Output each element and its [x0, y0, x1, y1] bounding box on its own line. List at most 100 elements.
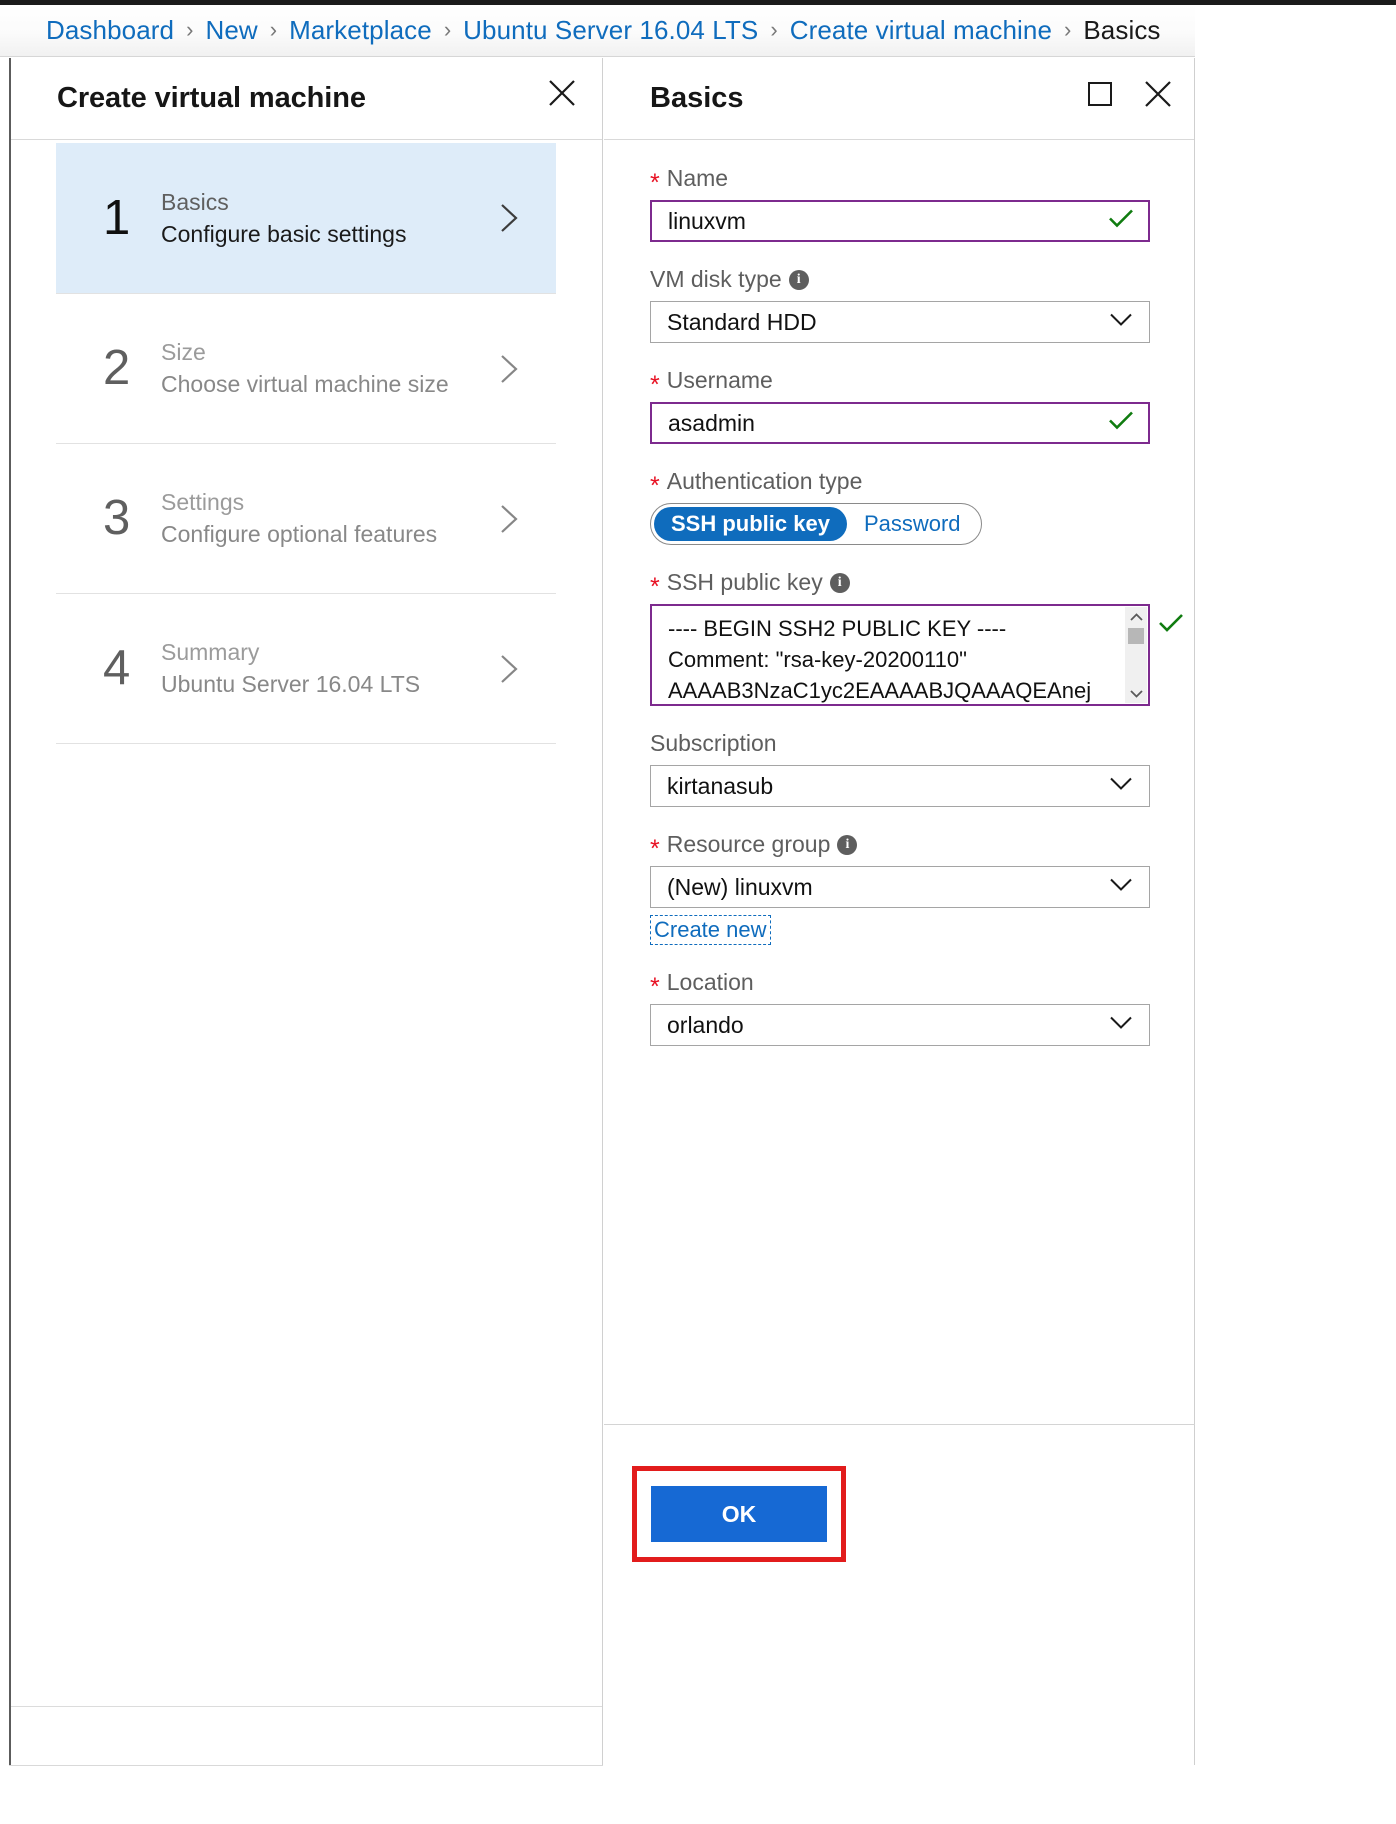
location-value: orlando: [667, 1011, 744, 1038]
required-asterisk-icon: *: [650, 471, 660, 500]
maximize-icon[interactable]: [1082, 76, 1118, 112]
name-input-value: linuxvm: [668, 207, 746, 234]
auth-option-ssh-public-key[interactable]: SSH public key: [654, 507, 847, 541]
wizard-step-settings[interactable]: 3 Settings Configure optional features: [56, 443, 556, 593]
breadcrumb-item-dashboard[interactable]: Dashboard: [46, 15, 174, 46]
wizard-step-title: Size: [161, 339, 206, 365]
wizard-step-title: Basics: [161, 188, 229, 215]
breadcrumb-separator-icon: ›: [770, 16, 778, 42]
info-icon[interactable]: i: [837, 835, 858, 855]
wizard-step-title: Summary: [161, 639, 260, 665]
breadcrumb: Dashboard › New › Marketplace › Ubuntu S…: [0, 5, 1195, 57]
basics-title: Basics: [650, 82, 744, 114]
scroll-down-icon[interactable]: [1125, 683, 1147, 703]
valid-check-icon: [1108, 410, 1134, 437]
wizard-step-summary[interactable]: 4 Summary Ubuntu Server 16.04 LTS: [56, 593, 556, 743]
breadcrumb-separator-icon: ›: [443, 16, 452, 42]
field-label: Name: [666, 164, 729, 191]
create-vm-blade-header: Create virtual machine: [11, 58, 602, 140]
subscription-select[interactable]: kirtanasub: [650, 765, 1150, 807]
breadcrumb-separator-icon: ›: [186, 16, 194, 42]
required-asterisk-icon: *: [650, 972, 660, 1001]
close-icon[interactable]: [1140, 76, 1176, 112]
chevron-right-icon: [498, 201, 520, 235]
username-input-value: asadmin: [668, 409, 755, 436]
breadcrumb-separator-icon: ›: [1064, 16, 1072, 42]
field-label: Authentication type: [666, 467, 863, 494]
location-select[interactable]: orlando: [650, 1004, 1150, 1046]
required-asterisk-icon: *: [650, 572, 660, 601]
wizard-step-number: 2: [103, 341, 131, 395]
required-asterisk-icon: *: [650, 168, 660, 197]
basics-form: * Name linuxvm VM disk type i Standard H…: [650, 163, 1183, 1068]
azure-portal-screen: Dashboard › New › Marketplace › Ubuntu S…: [0, 0, 1396, 1824]
breadcrumb-item-ubuntu-server[interactable]: Ubuntu Server 16.04 LTS: [463, 15, 758, 46]
field-label: Subscription: [650, 729, 777, 756]
breadcrumb-item-basics: Basics: [1083, 15, 1161, 45]
field-label: VM disk type: [650, 265, 782, 292]
breadcrumb-item-new[interactable]: New: [205, 15, 257, 46]
resource-group-value: (New) linuxvm: [667, 873, 813, 900]
vm-disk-type-value: Standard HDD: [667, 308, 817, 335]
required-asterisk-icon: *: [650, 834, 660, 863]
ssh-textarea-scrollbar[interactable]: [1125, 607, 1147, 703]
name-input[interactable]: linuxvm: [650, 200, 1150, 242]
required-asterisk-icon: *: [650, 370, 660, 399]
field-label: SSH public key: [666, 568, 823, 595]
breadcrumb-separator-icon: ›: [269, 16, 278, 42]
ok-button[interactable]: OK: [651, 1486, 827, 1542]
basics-blade-header: Basics: [604, 58, 1194, 140]
chevron-right-icon: [498, 652, 520, 686]
wizard-step-number: 1: [103, 190, 131, 245]
vm-disk-type-select[interactable]: Standard HDD: [650, 301, 1150, 343]
wizard-step-subtitle: Configure basic settings: [161, 220, 407, 247]
breadcrumb-item-marketplace[interactable]: Marketplace: [289, 15, 432, 46]
wizard-step-subtitle: Ubuntu Server 16.04 LTS: [161, 671, 421, 697]
create-new-resource-group-link[interactable]: Create new: [650, 915, 771, 945]
chevron-down-icon: [1109, 1016, 1133, 1035]
chevron-down-icon: [1109, 878, 1133, 897]
field-username: * Username asadmin: [650, 365, 1150, 444]
close-icon[interactable]: [543, 74, 581, 112]
wizard-step-basics[interactable]: 1 Basics Configure basic settings: [56, 143, 556, 293]
left-blade-footer-divider: [11, 1706, 602, 1707]
ssh-key-line: AAAAB3NzaC1yc2EAAAABJQAAAQEAnej: [668, 678, 1092, 703]
wizard-step-title: Settings: [161, 489, 245, 515]
basics-footer-divider: [604, 1424, 1195, 1425]
field-vm-disk-type: VM disk type i Standard HDD: [650, 264, 1150, 343]
left-blade-bottom-area: [9, 1765, 603, 1824]
valid-check-icon: [1158, 612, 1184, 639]
username-input[interactable]: asadmin: [650, 402, 1150, 444]
chevron-right-icon: [498, 352, 520, 386]
field-name: * Name linuxvm: [650, 163, 1150, 242]
steps-bottom-divider: [56, 743, 556, 744]
field-label: Location: [666, 968, 754, 995]
scroll-up-icon[interactable]: [1125, 607, 1147, 627]
field-resource-group: * Resource group i (New) linuxvm Create …: [650, 829, 1150, 945]
ssh-key-line: ---- BEGIN SSH2 PUBLIC KEY ----: [668, 616, 1007, 641]
page-title: Create virtual machine: [57, 82, 366, 114]
valid-check-icon: [1108, 208, 1134, 235]
info-icon[interactable]: i: [788, 270, 809, 290]
chevron-right-icon: [498, 502, 520, 536]
field-location: * Location orlando: [650, 967, 1150, 1046]
field-ssh-public-key: * SSH public key i ---- BEGIN SSH2 PUBLI…: [650, 567, 1183, 706]
auth-option-password[interactable]: Password: [847, 507, 978, 541]
wizard-steps: 1 Basics Configure basic settings 2 Size…: [56, 143, 556, 744]
info-icon[interactable]: i: [829, 573, 850, 593]
authentication-type-toggle: SSH public key Password: [650, 503, 982, 545]
ssh-public-key-textarea[interactable]: ---- BEGIN SSH2 PUBLIC KEY ---- Comment:…: [650, 604, 1150, 706]
wizard-step-number: 3: [103, 491, 131, 545]
scrollbar-thumb[interactable]: [1128, 628, 1144, 644]
breadcrumb-item-create-virtual-machine[interactable]: Create virtual machine: [790, 15, 1052, 46]
field-label: Username: [666, 366, 773, 393]
subscription-value: kirtanasub: [667, 772, 774, 799]
field-label: Resource group: [666, 830, 831, 857]
resource-group-select[interactable]: (New) linuxvm: [650, 866, 1150, 908]
chevron-down-icon: [1109, 313, 1133, 332]
ok-button-highlight: OK: [632, 1466, 846, 1562]
create-vm-blade: Create virtual machine 1 Basics Configur…: [9, 58, 603, 1765]
wizard-step-size[interactable]: 2 Size Choose virtual machine size: [56, 293, 556, 443]
chevron-down-icon: [1109, 777, 1133, 796]
wizard-step-subtitle: Choose virtual machine size: [161, 371, 449, 397]
